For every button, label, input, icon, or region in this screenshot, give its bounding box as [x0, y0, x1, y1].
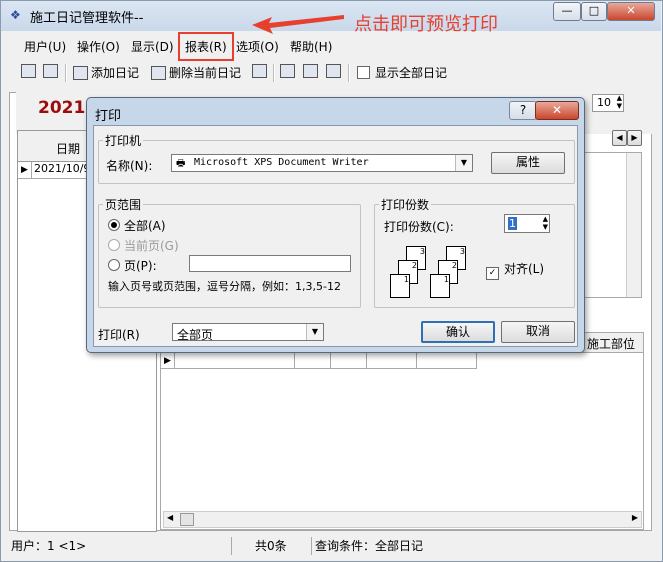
properties-button[interactable]: 属性 — [491, 152, 565, 174]
dialog-title: 打印 — [95, 109, 122, 124]
tool-refresh-icon[interactable] — [43, 64, 61, 78]
grid-cell[interactable] — [295, 353, 331, 369]
app-icon: ❖ — [10, 8, 21, 22]
row-indicator-icon: ▶ — [18, 162, 32, 179]
grid-cell[interactable] — [367, 353, 417, 369]
window-title: 施工日记管理软件-- — [30, 11, 144, 26]
scroll-left-icon[interactable]: ◀ — [167, 513, 173, 522]
scroll-right-icon[interactable]: ▶ — [632, 513, 638, 522]
range-current-radio[interactable]: 当前页(G) — [108, 237, 179, 254]
status-query: 查询条件：全部日记 — [315, 539, 424, 553]
collate-illustration: 3 2 1 3 2 1 — [390, 246, 470, 302]
print-what-label: 打印(R) — [98, 328, 140, 342]
menu-display[interactable]: 显示(D) — [126, 36, 179, 57]
ok-button[interactable]: 确认 — [421, 321, 495, 343]
chevron-down-icon[interactable]: ▼ — [455, 155, 472, 171]
year-label: 2021 — [38, 98, 86, 118]
menu-bar: 用户(U) 操作(O) 显示(D) 报表(R) 选项(O) 帮助(H) — [17, 32, 647, 61]
cancel-button[interactable]: 取消 — [501, 321, 575, 343]
preview-icon[interactable] — [303, 64, 321, 78]
grid-cell[interactable] — [175, 353, 295, 369]
help-button[interactable]: ? — [509, 101, 537, 120]
stepper-arrows-icon[interactable]: ▲ ▼ — [543, 215, 548, 231]
detail-scrollbar[interactable] — [626, 153, 641, 297]
status-bar: 用户：1 <1> 共0条 查询条件：全部日记 — [9, 537, 650, 555]
delete-diary-button[interactable]: 删除当前日记 — [151, 64, 241, 81]
grid-cell[interactable] — [331, 353, 367, 369]
horizontal-scrollbar[interactable]: ◀ ▶ — [163, 511, 642, 528]
chevron-down-icon[interactable]: ▼ — [306, 324, 323, 340]
toolbar: 添加日记 删除当前日记 显示全部日记 — [17, 60, 647, 86]
toolbar-divider — [65, 64, 67, 82]
count-spinner[interactable]: 10 ▲ ▼ — [592, 94, 624, 112]
printer-select[interactable]: 🖶 Microsoft XPS Document Writer ▼ — [171, 154, 473, 172]
collate-checkbox[interactable]: ✓ 对齐(L) — [486, 260, 544, 280]
delete-icon — [151, 66, 166, 80]
dialog-body: 打印机 名称(N): 🖶 Microsoft XPS Document Writ… — [93, 125, 578, 347]
print-icon[interactable] — [280, 64, 298, 78]
range-pages-radio[interactable]: 页(P): — [108, 257, 157, 274]
range-all-radio[interactable]: 全部(A) — [108, 217, 166, 234]
range-hint-text: 输入页号或页范围，逗号分隔，例如：1,3,5-12 — [108, 280, 341, 293]
copies-label: 打印份数(C): — [384, 220, 454, 234]
dialog-close-button[interactable]: ✕ — [535, 101, 579, 120]
print-dialog: 打印 ? ✕ 打印机 名称(N): 🖶 Microsoft XPS Docume… — [86, 97, 585, 353]
print-what-select[interactable]: 全部页 ▼ — [172, 323, 324, 342]
check-icon: ✓ — [486, 267, 499, 280]
tab-left-icon[interactable]: ◀ — [612, 130, 627, 146]
toolbar-divider — [348, 64, 350, 82]
menu-user[interactable]: 用户(U) — [19, 36, 71, 57]
date-column-header: 日期 — [56, 142, 81, 156]
pages-input[interactable] — [189, 255, 351, 272]
spin-arrows-icon[interactable]: ▲ ▼ — [617, 94, 622, 110]
toolbar-divider — [273, 64, 275, 82]
copies-stepper[interactable]: 1 ▲ ▼ — [504, 214, 550, 233]
row-indicator-icon: ▶ — [161, 353, 175, 369]
minimize-button[interactable]: — — [553, 2, 581, 21]
lower-grid: ▶ — [160, 352, 644, 530]
grid-cell[interactable] — [417, 353, 477, 369]
printer-icon: 🖶 — [176, 158, 186, 169]
menu-help[interactable]: 帮助(H) — [285, 36, 337, 57]
menu-operate[interactable]: 操作(O) — [72, 36, 125, 57]
show-all-checkbox[interactable]: 显示全部日记 — [357, 64, 447, 81]
close-button[interactable]: ✕ — [607, 2, 655, 21]
add-diary-button[interactable]: 添加日记 — [73, 64, 139, 81]
save-icon[interactable] — [252, 64, 270, 78]
tool-settings-icon[interactable] — [21, 64, 39, 78]
add-icon — [73, 66, 88, 80]
status-user: 用户：1 <1> — [11, 537, 232, 555]
tab-right-icon[interactable]: ▶ — [627, 130, 642, 146]
maximize-button[interactable]: □ — [581, 2, 607, 21]
menu-report[interactable]: 报表(R) — [178, 32, 234, 61]
copy-icon[interactable] — [326, 64, 344, 78]
menu-options[interactable]: 选项(O) — [231, 36, 284, 57]
scroll-thumb[interactable] — [180, 513, 194, 526]
tab-scroll-arrows[interactable]: ◀ ▶ — [612, 130, 642, 146]
status-count: 共0条 — [255, 537, 312, 555]
printer-name-label: 名称(N): — [106, 159, 153, 173]
construction-part-header: 施工部位 — [586, 337, 635, 351]
